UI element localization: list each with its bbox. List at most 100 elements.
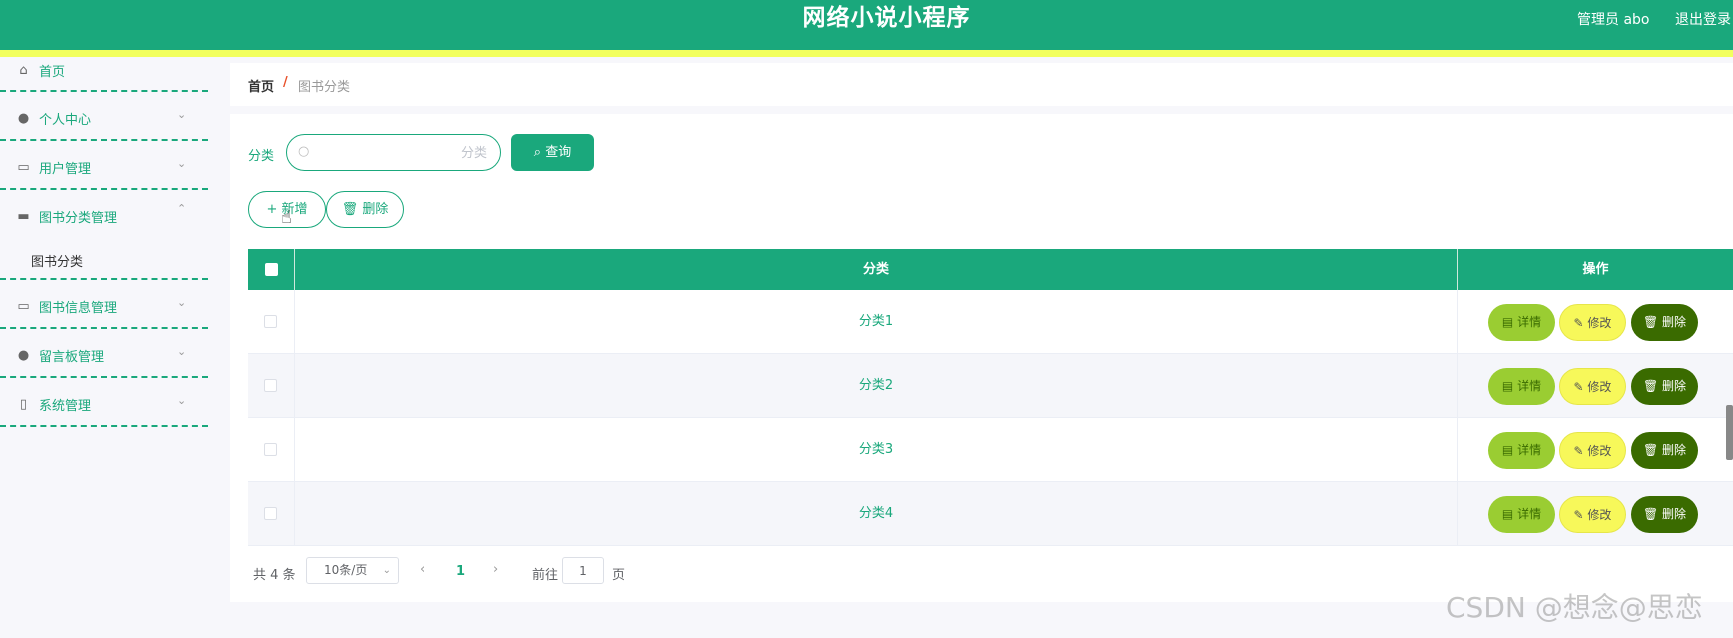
sidebar-item-label: 系统管理 [39, 399, 92, 414]
breadcrumb-separator: / [283, 75, 288, 90]
delete-button[interactable]: 🗑 删除 [1631, 304, 1698, 341]
detail-button[interactable]: ▤ 详情 [1488, 432, 1555, 469]
main-panel: 分类 ○ ⌕ 查询 + 新增 🗑 删除 分类 操作 分类1 ▤ 详情 ✎ 修改 … [230, 114, 1733, 602]
delete-button[interactable]: 🗑 删除 [1631, 368, 1698, 405]
scrollbar-thumb[interactable] [1726, 405, 1733, 460]
breadcrumb-home[interactable]: 首页 [248, 76, 274, 95]
batch-delete-label: 删除 [362, 202, 389, 217]
watermark: CSDN @想念@思恋 [1446, 591, 1703, 624]
table-row: 分类2 ▤ 详情 ✎ 修改 🗑 删除 [248, 354, 1733, 418]
breadcrumb-current: 图书分类 [298, 80, 351, 95]
page-number-current[interactable]: 1 [456, 564, 465, 579]
category-cell: 分类1 [295, 290, 1458, 354]
chevron-down-icon: ⌄ [177, 345, 187, 358]
edit-button[interactable]: ✎ 修改 [1559, 304, 1626, 341]
batch-delete-button[interactable]: 🗑 删除 [326, 191, 404, 228]
logout-link[interactable]: 退出登录 [1675, 9, 1731, 29]
sidebar-item-label: 图书分类管理 [39, 211, 118, 226]
trash-icon: 🗑 [1642, 379, 1663, 393]
page-size-value: 10条/页 [324, 563, 368, 577]
detail-button[interactable]: ▤ 详情 [1488, 304, 1555, 341]
query-button-label: 查询 [545, 145, 572, 160]
select-all-checkbox[interactable] [265, 263, 278, 276]
edit-button[interactable]: ✎ 修改 [1559, 496, 1626, 533]
edit-button[interactable]: ✎ 修改 [1559, 368, 1626, 405]
search-icon: ○ [298, 144, 310, 159]
search-box[interactable]: ○ [286, 134, 501, 171]
user-icon: ● [17, 111, 30, 126]
page-suffix: 页 [612, 568, 626, 583]
header-accent-strip [0, 50, 1733, 57]
trash-icon: 🗑 [1642, 315, 1663, 329]
sidebar-subitem-label: 图书分类 [31, 255, 84, 270]
pencil-icon: ✎ [1573, 508, 1588, 522]
document-icon: ▤ [1501, 379, 1518, 393]
row-checkbox[interactable] [264, 443, 277, 456]
table-row: 分类4 ▤ 详情 ✎ 修改 🗑 删除 [248, 482, 1733, 546]
sidebar: ⌂ 首页 ● 个人中心 ⌄ ▭ 用户管理 ⌄ ▬ 图书分类管理 ⌃ 图书分类 ▭… [0, 57, 208, 638]
table-row: 分类3 ▤ 详情 ✎ 修改 🗑 删除 [248, 418, 1733, 482]
sidebar-item-message-board-management[interactable]: ● 留言板管理 ⌄ [0, 329, 208, 378]
pencil-icon: ✎ [1573, 316, 1588, 330]
trash-icon: 🗑 [1642, 507, 1663, 521]
breadcrumb: 首页 / 图书分类 [230, 63, 1733, 106]
delete-button[interactable]: 🗑 删除 [1631, 432, 1698, 469]
document-icon: ▤ [1501, 315, 1518, 329]
category-cell: 分类2 [295, 354, 1458, 418]
sidebar-item-label: 留言板管理 [39, 350, 105, 365]
prev-page-button[interactable]: ‹ [420, 562, 425, 577]
select-all-cell [248, 249, 295, 290]
chevron-down-icon: ⌄ [177, 108, 187, 121]
trash-icon: 🗑 [1642, 443, 1663, 457]
chevron-up-icon: ⌃ [177, 202, 187, 215]
row-checkbox[interactable] [264, 507, 277, 520]
page-size-select[interactable]: 10条/页 ⌄ [306, 557, 399, 584]
chevron-down-icon: ⌄ [177, 157, 187, 170]
table-row: 分类1 ▤ 详情 ✎ 修改 🗑 删除 [248, 290, 1733, 354]
pencil-icon: ✎ [1573, 444, 1588, 458]
detail-button[interactable]: ▤ 详情 [1488, 368, 1555, 405]
plus-icon: + [266, 202, 282, 217]
sidebar-item-book-info-management[interactable]: ▭ 图书信息管理 ⌄ [0, 280, 208, 329]
trash-icon: 🗑 [341, 202, 363, 217]
sidebar-item-label: 个人中心 [39, 113, 92, 128]
edit-button[interactable]: ✎ 修改 [1559, 432, 1626, 469]
document-icon: ▤ [1501, 443, 1518, 457]
column-header-operations: 操作 [1582, 262, 1609, 277]
goto-page-input[interactable] [562, 557, 604, 584]
search-icon: ⌕ [533, 145, 546, 160]
delete-button[interactable]: 🗑 删除 [1631, 496, 1698, 533]
pagination-total: 共 4 条 [253, 568, 296, 583]
sidebar-item-book-category-management[interactable]: ▬ 图书分类管理 ⌃ [0, 190, 208, 239]
row-checkbox[interactable] [264, 315, 277, 328]
home-icon: ⌂ [19, 63, 28, 78]
category-cell: 分类4 [295, 482, 1458, 546]
search-input[interactable] [317, 143, 487, 163]
sidebar-item-label: 首页 [39, 65, 66, 80]
chevron-down-icon: ⌄ [382, 565, 391, 576]
search-label: 分类 [248, 149, 275, 164]
app-title: 网络小说小程序 [802, 5, 971, 31]
pencil-icon: ✎ [1573, 380, 1588, 394]
chat-icon: ▭ [17, 160, 30, 175]
sidebar-item-user-management[interactable]: ▭ 用户管理 ⌄ [0, 141, 208, 190]
sidebar-item-system-management[interactable]: ▯ 系统管理 ⌄ [0, 378, 208, 427]
table-header: 分类 操作 [248, 249, 1733, 290]
query-button[interactable]: ⌕ 查询 [511, 134, 594, 171]
category-cell: 分类3 [295, 418, 1458, 482]
sidebar-item-home[interactable]: ⌂ 首页 [0, 57, 208, 92]
chevron-down-icon: ⌄ [177, 394, 187, 407]
column-header-category: 分类 [295, 249, 1458, 290]
message-icon: ▭ [17, 299, 30, 314]
next-page-button[interactable]: › [493, 562, 498, 577]
sidebar-subitem-book-category[interactable]: 图书分类 [0, 239, 208, 280]
person-icon: ● [17, 348, 30, 363]
sidebar-item-label: 图书信息管理 [39, 301, 118, 316]
goto-label: 前往 [532, 568, 559, 583]
book-icon: ▬ [17, 209, 30, 224]
row-checkbox[interactable] [264, 379, 277, 392]
detail-button[interactable]: ▤ 详情 [1488, 496, 1555, 533]
chevron-down-icon: ⌄ [177, 296, 187, 309]
mouse-cursor-icon: ☝ [281, 207, 292, 228]
sidebar-item-personal-center[interactable]: ● 个人中心 ⌄ [0, 92, 208, 141]
